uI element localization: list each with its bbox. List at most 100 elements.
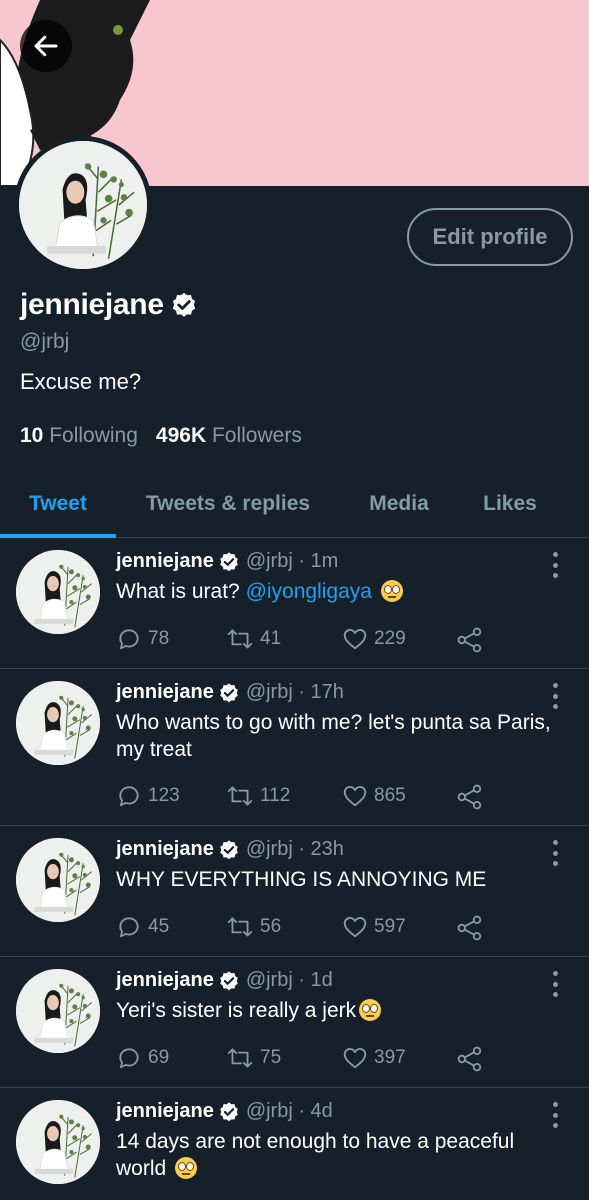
- tweet-meta: @jrbj · 23h: [245, 838, 344, 860]
- tweet-body: What is urat?: [116, 580, 240, 603]
- tweet-mention-link[interactable]: @iyongligaya: [246, 580, 372, 603]
- reply-count: 123: [148, 785, 180, 806]
- share-icon: [457, 915, 482, 941]
- retweet-button[interactable]: 112: [226, 783, 290, 809]
- profile-stats: 10 Following 496K Followers: [20, 424, 302, 448]
- like-button[interactable]: 229: [342, 626, 406, 652]
- tab-tweet[interactable]: Tweet: [0, 470, 116, 538]
- tab-likes[interactable]: Likes: [466, 470, 554, 538]
- share-button[interactable]: [456, 914, 484, 942]
- reply-button[interactable]: 45: [116, 914, 169, 940]
- like-button[interactable]: 397: [342, 1045, 406, 1071]
- followers-stat[interactable]: 496K Followers: [156, 424, 302, 448]
- profile-avatar[interactable]: [14, 136, 152, 274]
- reply-count: 78: [148, 628, 170, 649]
- tweet-item[interactable]: jenniejane @jrbj · 1d Yeri's sister is r…: [0, 957, 589, 1088]
- reply-icon: [119, 917, 139, 938]
- reply-button[interactable]: 69: [116, 1045, 169, 1071]
- reply-icon: [119, 629, 139, 650]
- tweet-meta: @jrbj · 1m: [245, 550, 339, 572]
- more-options-icon[interactable]: [548, 552, 562, 578]
- tweet-header: jenniejane @jrbj · 23h: [116, 838, 344, 861]
- tweet-meta: @jrbj · 4d: [245, 1100, 333, 1122]
- tweet-item[interactable]: jenniejane @jrbj · 17h Who wants to go w…: [0, 669, 589, 826]
- smirk-emoji-icon: [359, 999, 382, 1021]
- tweet-avatar[interactable]: [16, 681, 100, 765]
- share-icon: [457, 627, 482, 653]
- tweet-item[interactable]: jenniejane @jrbj · 23h WHY EVERYTHING IS…: [0, 826, 589, 957]
- heart-icon: [343, 628, 367, 650]
- tweet-header: jenniejane @jrbj · 4d: [116, 1100, 333, 1123]
- eye-roll-emoji-icon: [380, 580, 403, 602]
- tweet-item[interactable]: jenniejane @jrbj · 1m What is urat? @iyo…: [0, 538, 589, 669]
- tweet-actions: 78 41 229: [116, 626, 496, 660]
- more-options-icon[interactable]: [548, 840, 562, 866]
- reply-icon: [119, 786, 139, 807]
- following-stat[interactable]: 10 Following: [20, 424, 138, 448]
- tweet-avatar[interactable]: [16, 969, 100, 1053]
- tweet-author-name: jenniejane: [116, 969, 214, 991]
- followers-label: Followers: [211, 424, 302, 447]
- retweet-icon: [227, 629, 253, 649]
- like-count: 865: [374, 785, 406, 806]
- retweet-icon: [227, 1048, 253, 1068]
- share-button[interactable]: [456, 783, 484, 811]
- retweet-count: 41: [260, 628, 282, 649]
- retweet-button[interactable]: 41: [226, 626, 281, 652]
- tweet-text: Yeri's sister is really a jerk: [116, 997, 556, 1024]
- retweet-icon: [227, 786, 253, 806]
- retweet-button[interactable]: 75: [226, 1045, 281, 1071]
- share-icon: [457, 784, 482, 810]
- share-icon: [457, 1046, 482, 1072]
- share-button[interactable]: [456, 1045, 484, 1073]
- tweet-avatar[interactable]: [16, 550, 100, 634]
- tweet-author-name: jenniejane: [116, 681, 214, 703]
- tweet-header: jenniejane @jrbj · 1m: [116, 550, 338, 573]
- heart-icon: [343, 785, 367, 807]
- share-button[interactable]: [456, 626, 484, 654]
- tweet-avatar[interactable]: [16, 838, 100, 922]
- like-button[interactable]: 865: [342, 783, 406, 809]
- reply-button[interactable]: 123: [116, 783, 180, 809]
- profile-name: jenniejane: [20, 288, 164, 321]
- more-options-icon[interactable]: [548, 1102, 562, 1128]
- edit-profile-button[interactable]: Edit profile: [407, 208, 573, 266]
- tweet-item[interactable]: jenniejane @jrbj · 4d 14 days are not en…: [0, 1088, 589, 1200]
- profile-name-row: jenniejane: [20, 288, 198, 322]
- verified-badge-icon: [220, 551, 238, 571]
- verified-badge-icon: [220, 970, 238, 990]
- eye-roll-emoji-icon: [175, 1157, 198, 1179]
- profile-handle: @jrbj: [20, 330, 70, 353]
- verified-badge-icon: [220, 1101, 238, 1121]
- following-label: Following: [49, 424, 138, 447]
- more-options-icon[interactable]: [548, 683, 562, 709]
- tweet-avatar[interactable]: [16, 1100, 100, 1184]
- profile-tabs: Tweet Tweets & replies Media Likes: [0, 470, 589, 538]
- tweet-author-name: jenniejane: [116, 838, 214, 860]
- verified-badge-icon: [220, 682, 238, 702]
- tweet-body: Yeri's sister is really a jerk: [116, 999, 357, 1022]
- like-count: 229: [374, 628, 406, 649]
- back-button[interactable]: [20, 20, 72, 72]
- retweet-count: 75: [260, 1047, 282, 1068]
- following-count: 10: [20, 424, 44, 447]
- retweet-icon: [227, 917, 253, 937]
- tweet-text: 14 days are not enough to have a peacefu…: [116, 1128, 556, 1182]
- tweet-actions: 123 112 865: [116, 783, 496, 817]
- profile-bio: Excuse me?: [20, 369, 142, 394]
- tab-tweets-replies[interactable]: Tweets & replies: [130, 470, 326, 538]
- verified-badge-icon: [220, 839, 238, 859]
- tweet-text: Who wants to go with me? let's punta sa …: [116, 711, 551, 761]
- retweet-count: 56: [260, 916, 282, 937]
- tweet-text: WHY EVERYTHING IS ANNOYING ME: [116, 868, 487, 891]
- tweet-actions: 45 56 597: [116, 914, 496, 948]
- reply-count: 45: [148, 916, 170, 937]
- retweet-button[interactable]: 56: [226, 914, 281, 940]
- tab-media[interactable]: Media: [350, 470, 448, 538]
- like-count: 397: [374, 1047, 406, 1068]
- like-button[interactable]: 597: [342, 914, 406, 940]
- more-options-icon[interactable]: [548, 971, 562, 997]
- tweet-header: jenniejane @jrbj · 1d: [116, 969, 333, 992]
- tweet-meta: @jrbj · 17h: [245, 681, 344, 703]
- reply-button[interactable]: 78: [116, 626, 169, 652]
